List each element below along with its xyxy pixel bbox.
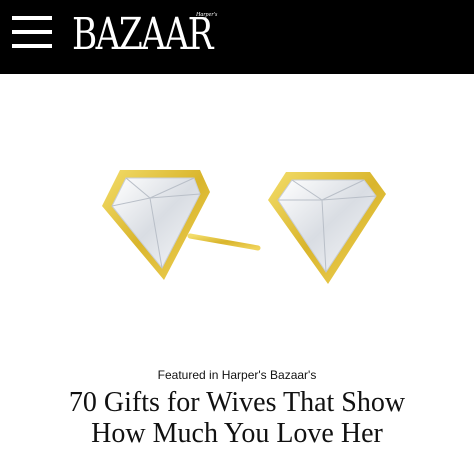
logo-superscript: Harper's [196, 12, 218, 18]
article-title[interactable]: 70 Gifts for Wives That Show How Much Yo… [0, 387, 474, 449]
menu-line [12, 30, 52, 34]
menu-line [12, 44, 52, 48]
hamburger-menu-icon[interactable] [12, 16, 54, 50]
article-title-line-1: 70 Gifts for Wives That Show [68, 387, 406, 418]
menu-line [12, 16, 52, 20]
top-navigation-bar: BAZAAR Harper's [0, 0, 474, 74]
left-earring [102, 170, 261, 280]
site-logo[interactable]: BAZAAR Harper's [72, 6, 237, 66]
diamond-stud-earrings-icon [102, 170, 386, 284]
featured-label: Featured in Harper's Bazaar's [157, 368, 317, 382]
logo-wordmark: BAZAAR [72, 9, 213, 60]
right-earring [268, 172, 386, 284]
article-title-line-2: How Much You Love Her [91, 418, 383, 449]
